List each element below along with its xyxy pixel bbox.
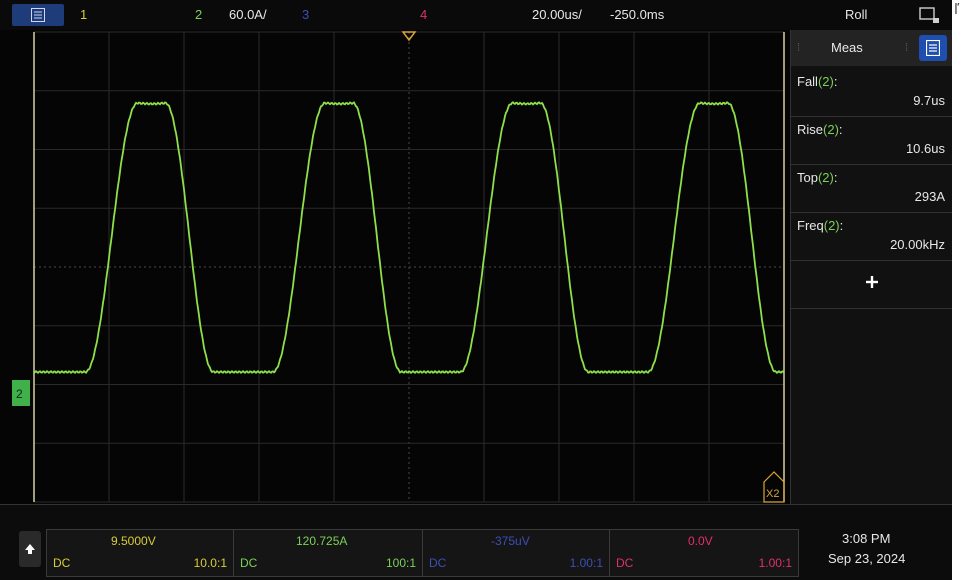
measurement-panel: ⁞ Meas ⁞ Fall(2): 9.7us Rise(2): 10.6us … — [790, 30, 952, 504]
measurement-label-suffix: : — [833, 170, 838, 185]
channel-2-offset: 120.725A — [296, 534, 348, 548]
oscilloscope-screen: 1 2 60.0A/ 3 4 20.00us/ -250.0ms Roll X2 — [0, 0, 952, 580]
expand-up-button[interactable] — [19, 531, 41, 567]
channel-4-number[interactable]: 4 — [420, 7, 427, 22]
measurement-label-suffix: : — [833, 74, 838, 89]
channel-3-number[interactable]: 3 — [302, 7, 309, 22]
channel-4-coupling: DC — [616, 556, 634, 570]
measurement-channel: (2) — [823, 218, 840, 233]
menu-icon — [31, 8, 45, 22]
zoom-marker-label: X2 — [766, 488, 779, 500]
measurement-label-suffix: : — [839, 218, 844, 233]
panel-grip-icon[interactable]: ⁞ — [905, 42, 911, 56]
channel-2-box[interactable]: 120.725A DC 100:1 — [233, 529, 423, 577]
measurement-value: 293A — [914, 189, 945, 204]
menu-icon — [926, 40, 940, 56]
measurement-channel: (2) — [823, 122, 839, 137]
top-status-bar: 1 2 60.0A/ 3 4 20.00us/ -250.0ms Roll — [0, 0, 952, 30]
measurement-name: Freq — [797, 218, 824, 233]
channel-2-ground-marker: 2 — [12, 380, 30, 406]
zoom-window-button[interactable] — [918, 5, 942, 25]
channel-1-number[interactable]: 1 — [80, 7, 87, 22]
channel-3-offset: -375uV — [491, 534, 530, 548]
channel-2-probe-ratio: 100:1 — [385, 556, 416, 570]
measurement-value: 20.00kHz — [890, 237, 945, 252]
measurement-name: Top — [797, 170, 818, 185]
zoom-marker: X2 — [763, 471, 785, 503]
measurement-name: Fall — [797, 74, 818, 89]
channel-info-bar: 9.5000V DC 10.0:1 120.725A DC 100:1 -375… — [0, 504, 952, 580]
measurement-rise[interactable]: Rise(2): 10.6us — [791, 116, 952, 165]
measurement-value: 10.6us — [905, 141, 945, 156]
channel-2-number[interactable]: 2 — [195, 7, 202, 22]
measurement-channel: (2) — [817, 74, 834, 89]
measurement-freq[interactable]: Freq(2): 20.00kHz — [791, 212, 952, 261]
channel-4-probe-ratio: 1.00:1 — [758, 556, 792, 570]
timebase-scale[interactable]: 20.00us/ — [532, 7, 582, 22]
acquisition-mode[interactable]: Roll — [845, 7, 867, 22]
waveform-display[interactable]: X2 2 — [0, 30, 790, 504]
measurement-panel-header: ⁞ Meas ⁞ — [791, 30, 952, 66]
channel-2-scale[interactable]: 60.0A/ — [229, 7, 267, 22]
add-measurement-button[interactable] — [791, 260, 952, 309]
zoom-window-icon — [919, 7, 939, 23]
channel-1-offset: 9.5000V — [111, 534, 156, 548]
channel-1-probe-ratio: 10.0:1 — [193, 556, 227, 570]
measurement-top[interactable]: Top(2): 293A — [791, 164, 952, 213]
channel-4-box[interactable]: 0.0V DC 1.00:1 — [609, 529, 799, 577]
measurement-value: 9.7us — [913, 93, 945, 108]
channel-1-coupling: DC — [53, 556, 71, 570]
measurement-label-suffix: : — [838, 122, 843, 137]
channel-4-offset: 0.0V — [688, 534, 713, 548]
measurement-fall[interactable]: Fall(2): 9.7us — [791, 68, 952, 117]
clock-time: 3:08 PM — [842, 531, 891, 546]
clock-date: Sep 23, 2024 — [828, 551, 906, 566]
channel-3-coupling: DC — [429, 556, 447, 570]
main-menu-button[interactable] — [12, 4, 64, 26]
measurement-name: Rise — [797, 122, 824, 137]
panel-grip-icon[interactable]: ⁞ — [797, 42, 803, 56]
measurement-menu-button[interactable] — [919, 35, 947, 61]
channel-3-probe-ratio: 1.00:1 — [569, 556, 603, 570]
arrow-up-icon — [25, 544, 35, 554]
channel-3-box[interactable]: -375uV DC 1.00:1 — [422, 529, 610, 577]
channel-2-ground-label: 2 — [16, 387, 23, 401]
measurement-channel: (2) — [817, 170, 834, 185]
channel-1-box[interactable]: 9.5000V DC 10.0:1 — [46, 529, 234, 577]
channel-2-coupling: DC — [240, 556, 258, 570]
measurement-panel-title: Meas — [831, 40, 863, 55]
add-measurement-icon — [866, 276, 878, 288]
waveform-graticule: X2 2 — [12, 31, 785, 503]
horizontal-delay[interactable]: -250.0ms — [610, 7, 664, 22]
window-edge-glyph: ľ — [954, 2, 960, 18]
